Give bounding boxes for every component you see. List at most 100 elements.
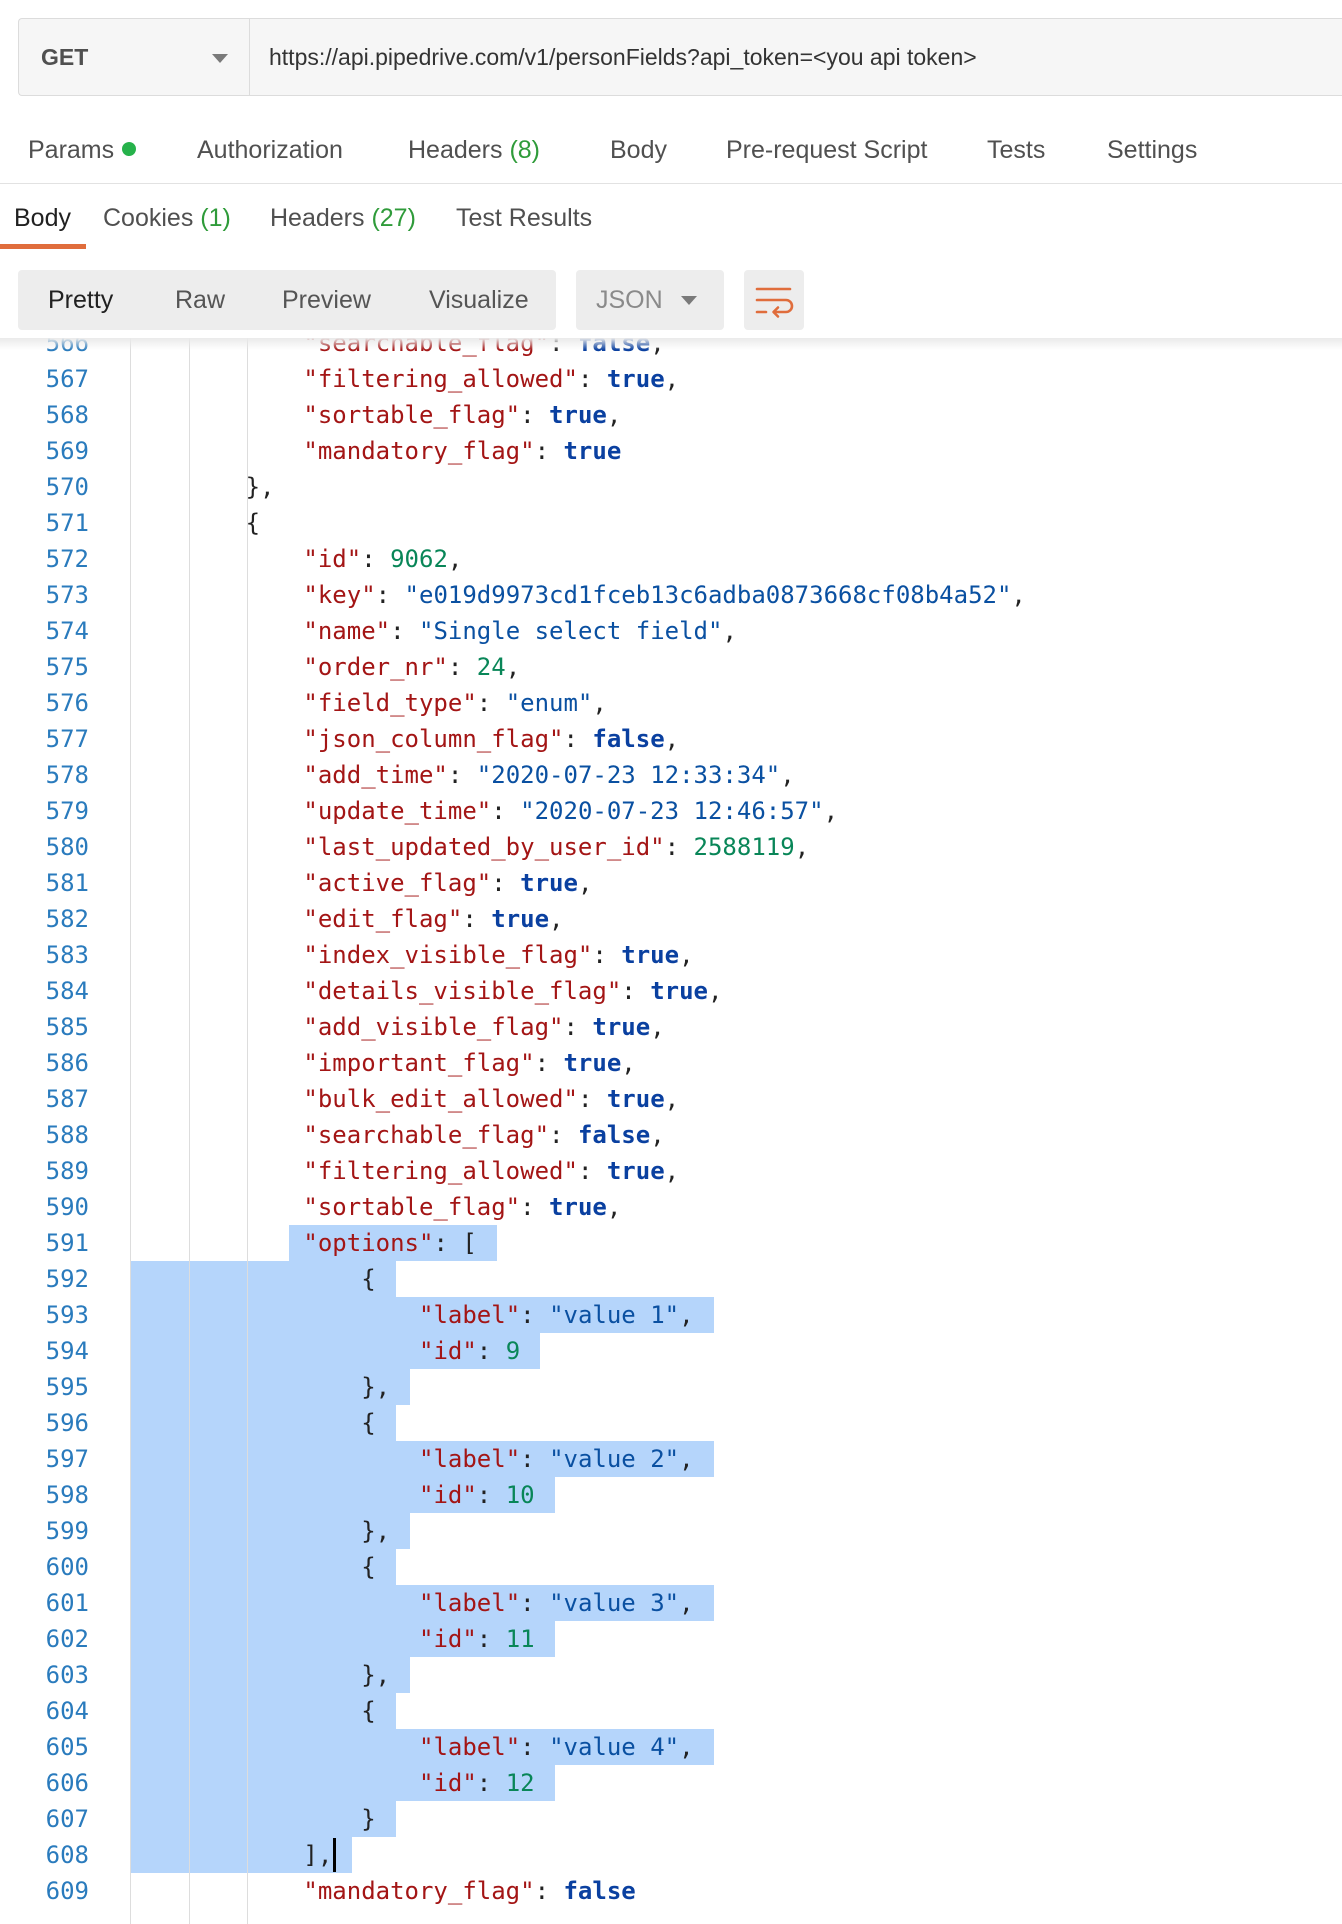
line-number: 590 (45, 1193, 89, 1221)
view-pretty-button[interactable]: Pretty (48, 270, 113, 330)
code-line: 607} (0, 1801, 1342, 1837)
code-token: "order_nr" (303, 653, 448, 681)
code-text: "label": "value 1", (419, 1297, 694, 1333)
response-tab-test-results[interactable]: Test Results (456, 198, 592, 238)
chevron-down-icon (681, 296, 697, 305)
text-cursor (333, 1838, 337, 1872)
line-number: 570 (45, 473, 89, 501)
code-token: : (520, 1733, 550, 1761)
code-line: 597 "label": "value 2", (0, 1441, 1342, 1477)
tab-label: Test Results (456, 204, 593, 232)
response-body-viewer[interactable]: 566"searchable_flag": false,567"filterin… (0, 338, 1342, 1924)
code-token: "id" (419, 1625, 477, 1653)
code-token: "id" (419, 1481, 477, 1509)
tab-settings[interactable]: Settings (1107, 130, 1197, 170)
tab-body[interactable]: Body (610, 130, 667, 170)
code-text: { (361, 1693, 375, 1729)
line-number: 592 (45, 1265, 89, 1293)
code-line: 604 { (0, 1693, 1342, 1729)
line-number: 601 (45, 1589, 89, 1617)
url-divider (249, 19, 250, 95)
line-number: 571 (45, 509, 89, 537)
code-token: "id" (419, 1337, 477, 1365)
code-token: : (476, 1337, 506, 1365)
response-tab-headers[interactable]: Headers (27) (270, 198, 416, 238)
code-token: : (534, 1049, 564, 1077)
code-token: : (476, 689, 506, 717)
line-number: 582 (45, 905, 89, 933)
code-token: "value 4" (549, 1733, 680, 1761)
tab-tests[interactable]: Tests (987, 130, 1045, 170)
code-token: , (664, 1157, 680, 1185)
tab-authorization[interactable]: Authorization (197, 130, 343, 170)
code-token: "update_time" (303, 797, 492, 825)
code-token: : (534, 437, 564, 465)
code-token: false (563, 1877, 636, 1905)
code-token: "searchable_flag" (303, 1121, 550, 1149)
code-text: "mandatory_flag": true (303, 433, 621, 469)
tab-label: Settings (1107, 136, 1198, 164)
view-visualize-button[interactable]: Visualize (429, 270, 529, 330)
code-token: } (361, 1805, 376, 1833)
tab-headers[interactable]: Headers (8) (408, 130, 540, 170)
line-number: 572 (45, 545, 89, 573)
line-number: 567 (45, 365, 89, 393)
url-input[interactable]: https://api.pipedrive.com/v1/personField… (269, 19, 977, 95)
tab-label: Body (610, 136, 667, 164)
line-number: 583 (45, 941, 89, 969)
code-text: "filtering_allowed": true, (303, 1153, 679, 1189)
code-token: , (650, 1013, 665, 1041)
wrap-lines-button[interactable] (744, 270, 804, 330)
code-token: "name" (303, 617, 391, 645)
code-token: "options" (303, 1229, 434, 1257)
code-token: "mandatory_flag" (303, 437, 535, 465)
code-token: , (577, 869, 593, 897)
code-token: "value 1" (549, 1301, 680, 1329)
code-text: "edit_flag": true, (303, 901, 563, 937)
code-token: true (606, 1157, 665, 1185)
code-line: 585 "add_visible_flag": true, (0, 1009, 1342, 1045)
line-number: 591 (45, 1229, 89, 1257)
code-token: : (577, 365, 607, 393)
indent-guide (130, 338, 131, 1924)
code-text: }, (361, 1513, 390, 1549)
view-preview-button[interactable]: Preview (282, 270, 371, 330)
line-number: 594 (45, 1337, 89, 1365)
code-token: "details_visible_flag" (303, 977, 622, 1005)
code-line: 578 "add_time": "2020-07-23 12:33:34", (0, 757, 1342, 793)
tab-params[interactable]: Params (28, 130, 137, 170)
line-number: 609 (45, 1877, 89, 1905)
line-number: 608 (45, 1841, 89, 1869)
code-token: "active_flag" (303, 869, 492, 897)
code-line: 605 "label": "value 4", (0, 1729, 1342, 1765)
line-number: 574 (45, 617, 89, 645)
code-token: }, (361, 1661, 391, 1689)
code-token: , (650, 1121, 665, 1149)
code-line: 598 "id": 10 (0, 1477, 1342, 1513)
code-token: , (592, 689, 607, 717)
code-token: , (606, 1193, 622, 1221)
request-url-bar: GET https://api.pipedrive.com/v1/personF… (18, 18, 1342, 96)
response-tab-body[interactable]: Body (14, 198, 71, 238)
code-token: "json_column_flag" (303, 725, 564, 753)
code-token: , (823, 797, 839, 825)
response-tab-cookies[interactable]: Cookies (1) (103, 198, 231, 238)
method-select[interactable]: GET (19, 19, 249, 95)
code-token: "important_flag" (303, 1049, 535, 1077)
format-select[interactable]: JSON (576, 270, 724, 330)
code-token: true (650, 977, 708, 1005)
code-token: 11 (505, 1625, 535, 1653)
tab-pre-request-script[interactable]: Pre-request Script (726, 130, 927, 170)
code-text: "options": [ (303, 1225, 476, 1261)
indent-guide (247, 338, 248, 1924)
code-token: : (592, 941, 622, 969)
line-number: 586 (45, 1049, 89, 1077)
response-tabs: Body Cookies (1) Headers (27) Test Results (0, 198, 1342, 238)
line-number: 595 (45, 1373, 89, 1401)
code-token: 9062 (390, 545, 448, 573)
line-number: 584 (45, 977, 89, 1005)
code-token: : (520, 1445, 550, 1473)
view-raw-button[interactable]: Raw (175, 270, 225, 330)
line-number: 600 (45, 1553, 89, 1581)
code-token: "bulk_edit_allowed" (303, 1085, 578, 1113)
